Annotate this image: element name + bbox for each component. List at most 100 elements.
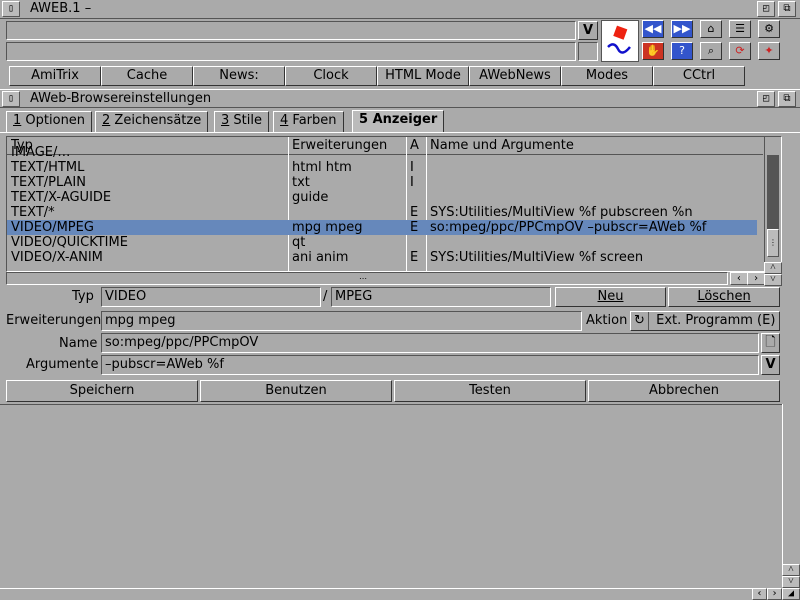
ext-label: Erweiterungen (6, 313, 102, 328)
tab-anzeiger-key: 5 (359, 112, 369, 127)
delete-button-label: Löschen (697, 289, 751, 304)
scroll-right-icon[interactable]: › (747, 272, 765, 285)
list-vscroll[interactable]: ⋮ (764, 137, 781, 271)
tab-baseline (0, 132, 800, 133)
name-input[interactable]: so:mpeg/ppc/PPCmpOV (101, 333, 759, 353)
row-typ: VIDEO/MPEG (11, 220, 94, 235)
url-history-button[interactable]: V (578, 21, 598, 40)
userbutton-news[interactable]: News: (193, 66, 285, 86)
userbutton-awebnews[interactable]: AWebNews (469, 66, 561, 86)
scroll-left-icon[interactable]: ‹ (730, 272, 748, 285)
action-label: Aktion (586, 313, 628, 328)
main-window-title: AWEB.1 – (30, 1, 92, 16)
prefs-depth-icon[interactable]: ⧉ (778, 91, 796, 107)
action-cycle-button[interactable]: ↻ Ext. Programm (E) (630, 311, 780, 331)
table-row[interactable]: VIDEO/X-ANIM ani anim E SYS:Utilities/Mu… (7, 250, 757, 265)
table-row[interactable]: TEXT/* E SYS:Utilities/MultiView %f pubs… (7, 205, 757, 220)
userbutton-cctrl[interactable]: CCtrl (653, 66, 745, 86)
args-popup-button[interactable]: V (761, 355, 780, 375)
depth-icon[interactable]: ⧉ (778, 1, 796, 17)
table-row[interactable]: VIDEO/QUICKTIME qt (7, 235, 757, 250)
row-ext: html htm (292, 160, 352, 175)
prefs-close-icon[interactable]: ▯ (2, 91, 20, 107)
typ-separator: / (323, 289, 328, 304)
tab-optionen-label: Optionen (25, 113, 86, 128)
userbutton-cache[interactable]: Cache (101, 66, 193, 86)
aweb-logo-icon[interactable] (601, 20, 639, 62)
home-icon[interactable]: ⌂ (700, 20, 722, 38)
row-typ: TEXT/* (11, 205, 55, 220)
prefs-window-title: AWeb-Browsereinstellungen (30, 91, 212, 106)
stop-icon[interactable]: ✋ (642, 42, 664, 60)
status-field (6, 42, 576, 61)
reload-icon[interactable]: ⟳ (729, 42, 751, 60)
tab-farben[interactable]: 4 Farben (273, 111, 344, 132)
row-ext: qt (292, 235, 306, 250)
table-row[interactable]: TEXT/X-AGUIDE guide (7, 190, 757, 205)
table-row[interactable]: TEXT/PLAIN txt I (7, 175, 757, 190)
scroll-up-icon[interactable]: ˄ (764, 262, 782, 274)
userbutton-modes[interactable]: Modes (561, 66, 653, 86)
row-action: I (410, 160, 414, 175)
tab-anzeiger[interactable]: 5 Anzeiger (352, 110, 445, 133)
bottom-left-arrow-icon[interactable]: ‹ (752, 588, 767, 600)
typ-major-input[interactable]: VIDEO (101, 287, 321, 307)
cancel-button[interactable]: Abbrechen (588, 380, 780, 402)
tab-stile-label: Stile (233, 113, 262, 128)
size-icon[interactable]: ◢ (782, 588, 800, 600)
use-button[interactable]: Benutzen (200, 380, 392, 402)
file-requester-icon[interactable]: 🗋 (761, 333, 780, 353)
url-field[interactable] (6, 21, 576, 40)
settings-icon[interactable]: ⚙ (758, 20, 780, 38)
row-ext: guide (292, 190, 329, 205)
row-typ: TEXT/PLAIN (11, 175, 86, 190)
zoom-icon[interactable]: ◰ (757, 1, 775, 17)
row-typ: TEXT/HTML (11, 160, 85, 175)
row-action: E (410, 205, 419, 220)
userbutton-amitrix[interactable]: AmiTrix (9, 66, 101, 86)
row-name: so:mpeg/ppc/PPCmpOV –pubscr=AWeb %f (430, 220, 707, 235)
tab-zeichensaetze-key: 2 (102, 113, 111, 128)
tab-optionen[interactable]: 1 Optionen (6, 111, 93, 132)
search-icon[interactable]: ⌕ (700, 42, 722, 60)
hotlist-icon[interactable]: ☰ (729, 20, 751, 38)
row-action: E (410, 250, 419, 265)
images-icon[interactable]: ✦ (758, 42, 780, 60)
scroll-down-icon[interactable]: ˅ (764, 274, 782, 286)
row-ext: txt (292, 175, 310, 190)
status-small-field (578, 42, 598, 61)
delete-button[interactable]: Löschen (668, 287, 780, 307)
row-ext: ani anim (292, 250, 349, 265)
table-row-selected[interactable]: VIDEO/MPEG mpg mpeg E so:mpeg/ppc/PPCmpO… (7, 220, 757, 235)
bottom-right-arrow-icon[interactable]: › (767, 588, 782, 600)
tab-farben-key: 4 (280, 113, 289, 128)
test-button[interactable]: Testen (394, 380, 586, 402)
typ-minor-input[interactable]: MPEG (331, 287, 551, 307)
close-icon[interactable]: ▯ (2, 1, 20, 17)
help-icon[interactable]: ? (671, 42, 693, 60)
tab-zeichensaetze-label: Zeichensätze (114, 113, 202, 128)
back-icon[interactable]: ◀◀ (642, 20, 664, 38)
right-down-arrow-icon[interactable]: ˅ (782, 576, 800, 588)
forward-icon[interactable]: ▶▶ (671, 20, 693, 38)
table-row[interactable]: TEXT/HTML html htm I (7, 160, 757, 175)
name-label: Name (59, 336, 98, 351)
tab-stile[interactable]: 3 Stile (214, 111, 269, 132)
list-hscroll[interactable]: ⋯ (6, 272, 728, 285)
right-up-arrow-icon[interactable]: ˄ (782, 564, 800, 576)
viewer-list[interactable]: Typ Erweiterungen A Name und Argumente I… (6, 136, 782, 272)
table-row[interactable]: IMAGE/… (7, 145, 757, 160)
list-vscroll-knob[interactable]: ⋮ (767, 229, 779, 257)
main-titlebar[interactable]: ▯ AWEB.1 – ◰ ⧉ (0, 0, 800, 19)
ext-input[interactable]: mpg mpeg (101, 311, 582, 331)
list-hscroll-grip: ⋯ (359, 274, 367, 283)
prefs-zoom-icon[interactable]: ◰ (757, 91, 775, 107)
userbutton-html-mode[interactable]: HTML Mode (377, 66, 469, 86)
userbutton-clock[interactable]: Clock (285, 66, 377, 86)
args-input[interactable]: –pubscr=AWeb %f (101, 355, 759, 375)
tab-zeichensaetze[interactable]: 2 Zeichensätze (95, 111, 209, 132)
save-button[interactable]: Speichern (6, 380, 198, 402)
new-button[interactable]: Neu (555, 287, 666, 307)
row-ext: mpg mpeg (292, 220, 363, 235)
prefs-titlebar[interactable]: ▯ AWeb-Browsereinstellungen ◰ ⧉ (0, 89, 800, 108)
